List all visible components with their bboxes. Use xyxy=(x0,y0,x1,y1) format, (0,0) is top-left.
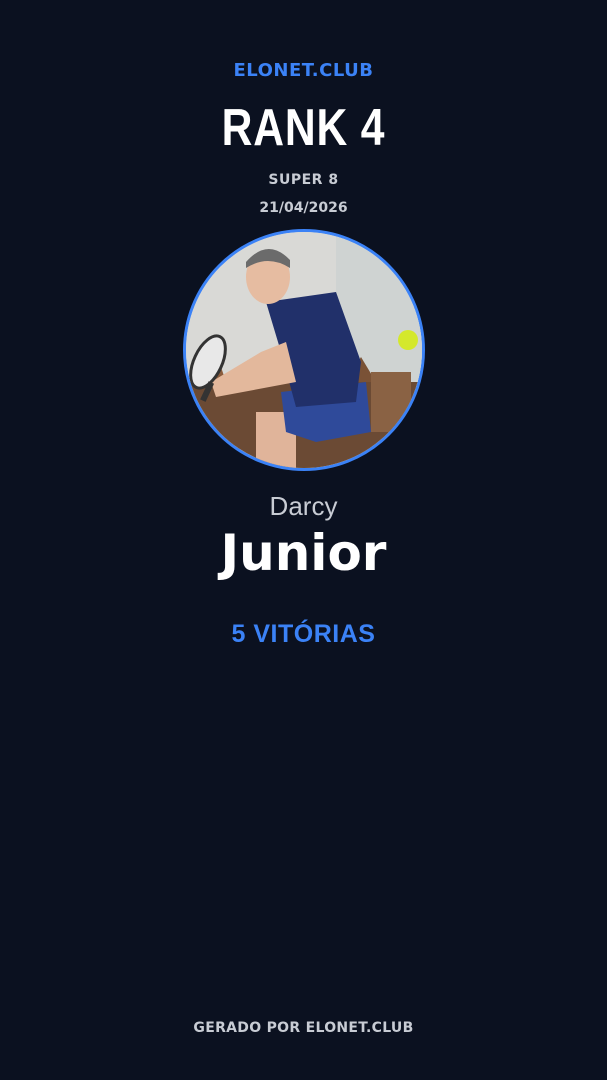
player-first-name: Darcy xyxy=(269,491,338,521)
player-last-name: Junior xyxy=(220,524,387,582)
event-date: 21/04/2026 xyxy=(259,200,348,216)
brand-label: ELONET.CLUB xyxy=(233,60,374,81)
rank-title: RANK 4 xyxy=(221,99,386,157)
event-name: SUPER 8 xyxy=(268,172,339,188)
footer-credit: GERADO POR ELONET.CLUB xyxy=(193,1020,414,1036)
ranking-card: ELONET.CLUB RANK 4 SUPER 8 21/04/2026 Da… xyxy=(0,0,607,1080)
player-photo xyxy=(183,229,425,471)
wins-count: 5 VITÓRIAS xyxy=(231,620,376,648)
